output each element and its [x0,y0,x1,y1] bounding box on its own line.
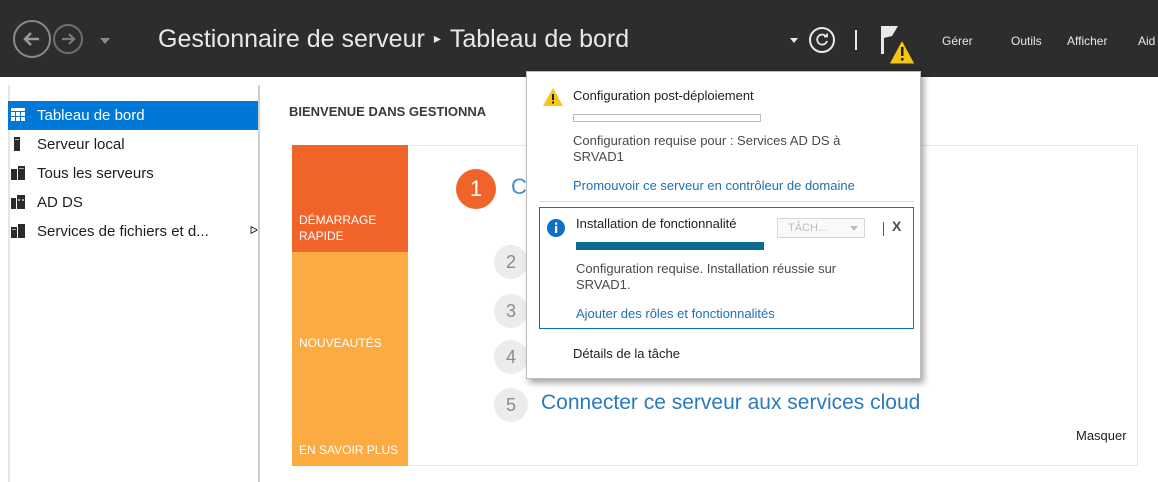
step-1-link[interactable]: C [511,174,527,200]
hide-link[interactable]: Masquer [1076,428,1127,443]
sidebar-item-dashboard[interactable]: Tableau de bord [8,101,258,130]
step-3-circle: 3 [494,294,528,328]
back-button[interactable] [13,20,51,58]
notification-feature-install: Installation de fonctionnalité TÂCH... X… [539,207,914,329]
sidebar-divider [258,85,260,482]
notification-title: Configuration post-déploiement [573,88,754,103]
forward-button[interactable] [53,24,83,54]
step-5-link[interactable]: Connecter ce serveur aux services cloud [541,391,920,415]
sidebar-item-ad-ds[interactable]: AD DS [8,188,258,217]
action-divider [883,222,884,236]
arrow-left-icon [23,32,39,46]
tile-quick-start[interactable]: DÉMARRAGE RAPIDE [292,145,408,252]
welcome-heading: BIENVENUE DANS GESTIONNA [289,104,487,119]
dashboard-icon [11,108,25,121]
sidebar-item-label: Tableau de bord [37,107,145,124]
progress-bar [573,114,761,122]
app-title: Gestionnaire de serveur [158,25,425,53]
expand-arrow-icon[interactable]: ᐅ [250,224,258,237]
promote-link[interactable]: Promouvoir ce serveur en contrôleur de d… [573,178,855,193]
toolbar-divider [855,30,857,50]
breadcrumb-dropdown-icon[interactable] [790,38,798,43]
info-icon [547,219,565,237]
notification-title: Installation de fonctionnalité [576,216,737,231]
sidebar-item-all-servers[interactable]: Tous les serveurs [8,159,258,188]
sidebar: Tableau de bord Serveur local Tous les s… [8,101,258,246]
menu-help[interactable]: Aid [1138,34,1155,48]
tile-label: EN SAVOIR PLUS [299,443,399,457]
ad-ds-icon [11,195,25,209]
progress-bar [576,242,764,250]
menu-view[interactable]: Afficher [1067,34,1107,48]
task-details-link[interactable]: Détails de la tâche [573,346,680,361]
tile-label: DÉMARRAGE RAPIDE [299,213,377,243]
notifications-popup: Configuration post-déploiement Configura… [526,71,921,379]
sidebar-item-local-server[interactable]: Serveur local [8,130,258,159]
refresh-icon[interactable] [809,27,835,53]
sidebar-item-label: Tous les serveurs [37,165,154,182]
step-1-circle: 1 [456,169,496,209]
notification-flag-icon[interactable] [880,22,918,66]
page-title: Gestionnaire de serveur ▸ Tableau de bord [158,25,629,54]
menu-tools[interactable]: Outils [1011,34,1042,48]
sidebar-item-file-services[interactable]: Services de fichiers et d... ᐅ [8,217,258,246]
server-icon [14,137,20,151]
step-4-circle: 4 [494,340,528,374]
notification-description: Configuration requise. Installation réus… [576,261,837,292]
menu-manage[interactable]: Gérer [942,34,973,48]
tasks-dropdown[interactable]: TÂCH... [777,218,865,238]
breadcrumb: Tableau de bord [449,25,630,53]
step-5-circle: 5 [494,388,528,422]
servers-icon [11,166,25,180]
tile-whats-new[interactable]: NOUVEAUTÉS [292,252,408,359]
history-dropdown-icon[interactable] [100,38,110,44]
sidebar-item-label: Serveur local [37,136,125,153]
breadcrumb-separator: ▸ [433,30,441,46]
chevron-down-icon [850,226,858,231]
notification-divider [539,201,914,202]
notification-description: Configuration requise pour : Services AD… [573,133,841,164]
file-services-icon [11,224,25,238]
warning-icon [543,88,563,106]
tile-learn-more[interactable]: EN SAVOIR PLUS [292,359,408,466]
add-roles-link[interactable]: Ajouter des rôles et fonctionnalités [576,306,775,321]
arrow-right-icon [62,33,76,45]
sidebar-item-label: AD DS [37,194,83,211]
refresh-arrows-icon [816,33,828,46]
tasks-dropdown-label: TÂCH... [788,222,828,234]
step-2-circle: 2 [494,245,528,279]
tile-label: NOUVEAUTÉS [299,336,382,350]
close-button[interactable]: X [892,218,901,234]
sidebar-item-label: Services de fichiers et d... [37,223,209,240]
